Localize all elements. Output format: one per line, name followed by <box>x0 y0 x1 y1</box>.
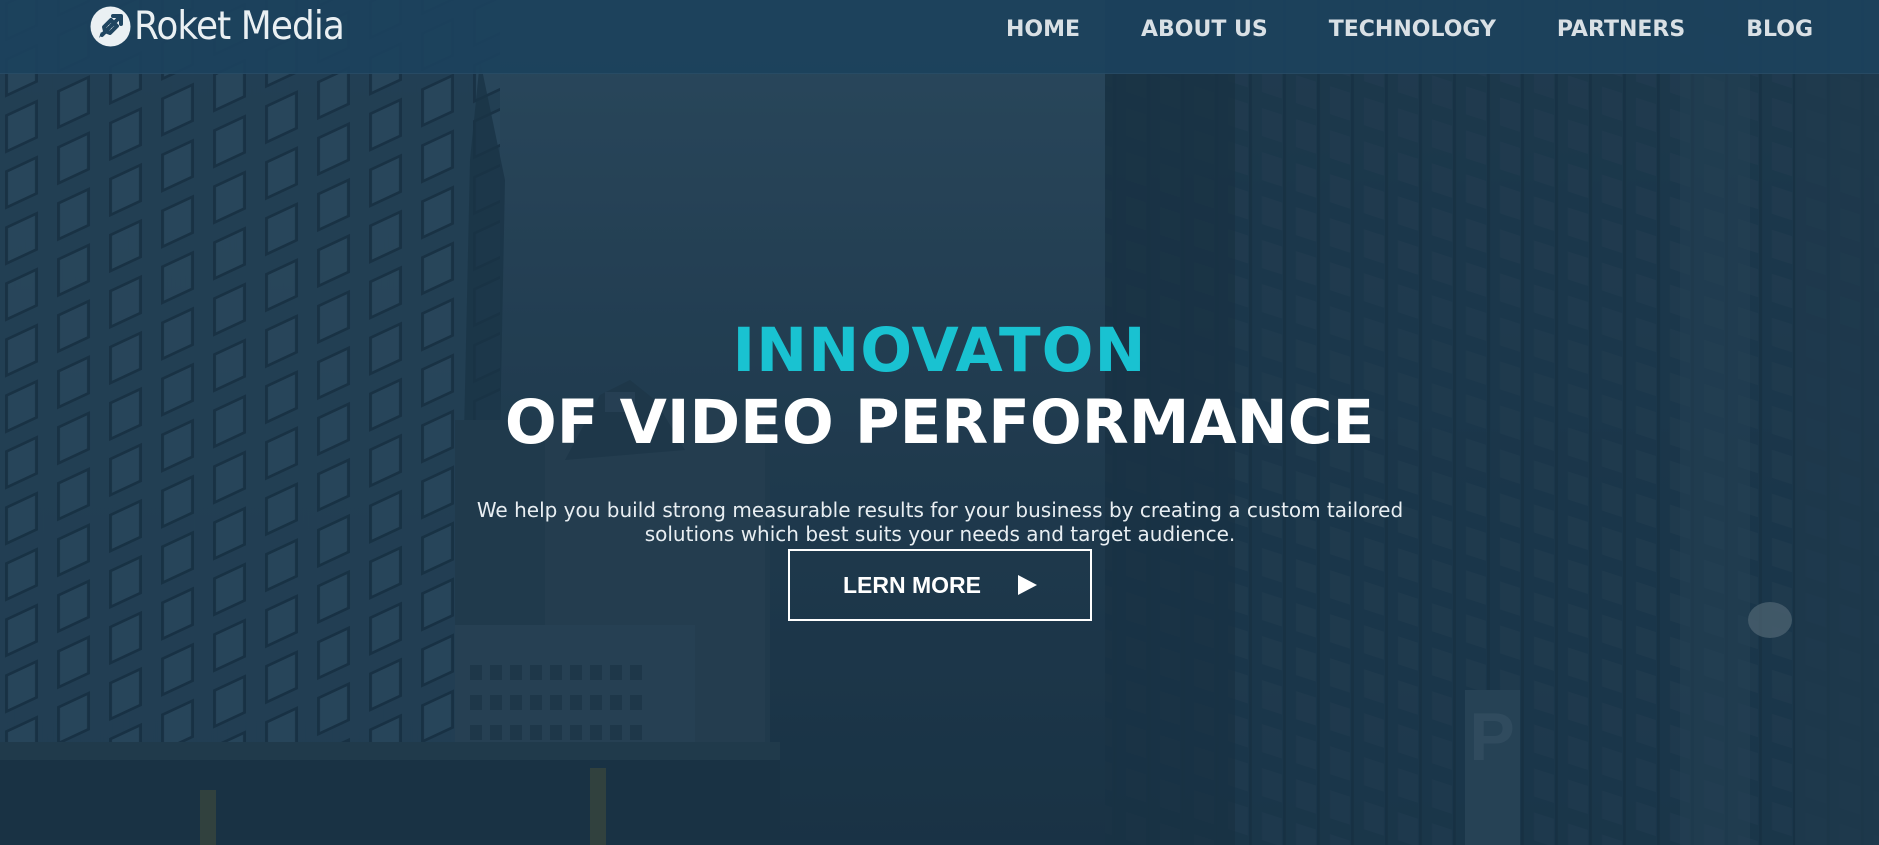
hero-subtitle: We help you build strong measurable resu… <box>476 498 1404 546</box>
main-menu: HOME ABOUT US TECHNOLOGY PARTNERS BLOG <box>1006 13 1813 47</box>
learn-more-button[interactable]: LERN MORE <box>788 549 1092 621</box>
hero-headline-main: OF VIDEO PERFORMANCE <box>504 386 1375 458</box>
nav-about-us[interactable]: ABOUT US <box>1141 13 1268 47</box>
nav-technology[interactable]: TECHNOLOGY <box>1329 13 1496 47</box>
nav-home[interactable]: HOME <box>1006 13 1080 47</box>
nav-partners[interactable]: PARTNERS <box>1557 13 1685 47</box>
nav-blog[interactable]: BLOG <box>1746 13 1813 47</box>
learn-more-label: LERN MORE <box>843 571 981 598</box>
brand-logo[interactable]: Roket Media <box>88 2 362 50</box>
brand-name: Roket Media <box>134 3 345 49</box>
hero-headline-accent: INNOVATON <box>732 314 1147 386</box>
top-navigation-bar: Roket Media HOME ABOUT US TECHNOLOGY PAR… <box>0 0 1879 74</box>
rocket-logo-icon <box>90 6 131 46</box>
landing-page: P Roket Media HOME ABOUT US TECHNOLOGY P… <box>0 0 1879 845</box>
play-icon <box>1018 575 1037 595</box>
